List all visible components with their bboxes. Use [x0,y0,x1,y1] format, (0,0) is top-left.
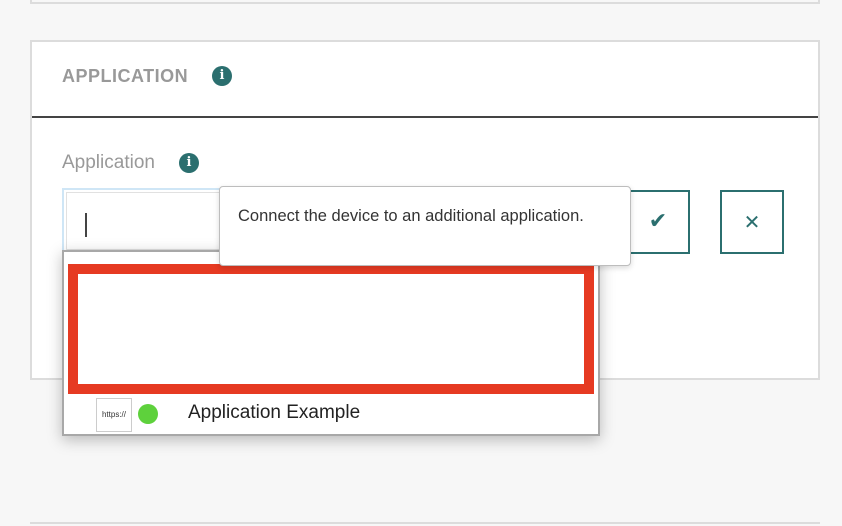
previous-card [30,0,820,4]
info-icon[interactable]: i [212,66,232,86]
confirm-button[interactable]: ✔ [626,190,690,254]
info-icon[interactable]: i [179,153,199,173]
dropdown-option[interactable]: https:// Application Example [64,392,598,436]
card-header: APPLICATION i [32,42,818,118]
application-field-label: Application [62,152,155,173]
section-title: APPLICATION [62,66,189,86]
redacted-option-highlight [68,264,594,394]
application-dropdown[interactable]: https:// Application Example [62,250,600,436]
close-icon: ✕ [743,210,761,234]
option-label: Application Example [188,402,361,423]
url-thumbnail-icon: https:// [96,398,132,432]
cancel-button[interactable]: ✕ [720,190,784,254]
checkmark-icon: ✔ [648,209,668,234]
status-dot-icon [138,404,158,424]
info-tooltip: Connect the device to an additional appl… [219,186,631,266]
text-caret [85,213,87,237]
divider [30,522,820,524]
